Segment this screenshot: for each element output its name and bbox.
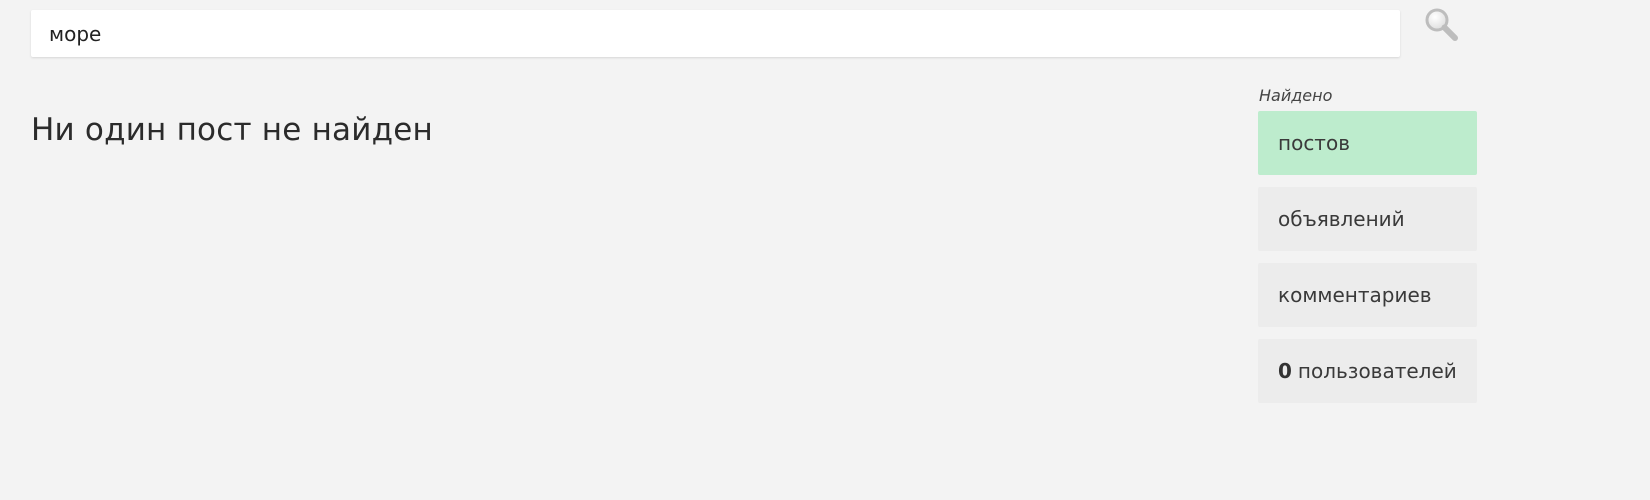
results-filter-comments[interactable]: комментариев — [1258, 263, 1477, 327]
results-filter-users[interactable]: 0 пользователей — [1258, 339, 1477, 403]
result-count: 0 — [1278, 359, 1292, 383]
found-label: Найдено — [1259, 86, 1333, 105]
results-panel: Найдено постов объявлений комментариев 0… — [1258, 86, 1477, 415]
result-label: пользователей — [1297, 359, 1457, 383]
search-bar — [31, 10, 1400, 57]
result-label: объявлений — [1278, 207, 1405, 231]
magnifier-icon[interactable] — [1422, 5, 1462, 45]
results-filter-posts[interactable]: постов — [1258, 111, 1477, 175]
result-label: комментариев — [1278, 283, 1432, 307]
results-filter-ads[interactable]: объявлений — [1258, 187, 1477, 251]
empty-results-message: Ни один пост не найден — [31, 112, 433, 148]
result-label: постов — [1278, 131, 1350, 155]
search-input[interactable] — [31, 10, 1400, 57]
